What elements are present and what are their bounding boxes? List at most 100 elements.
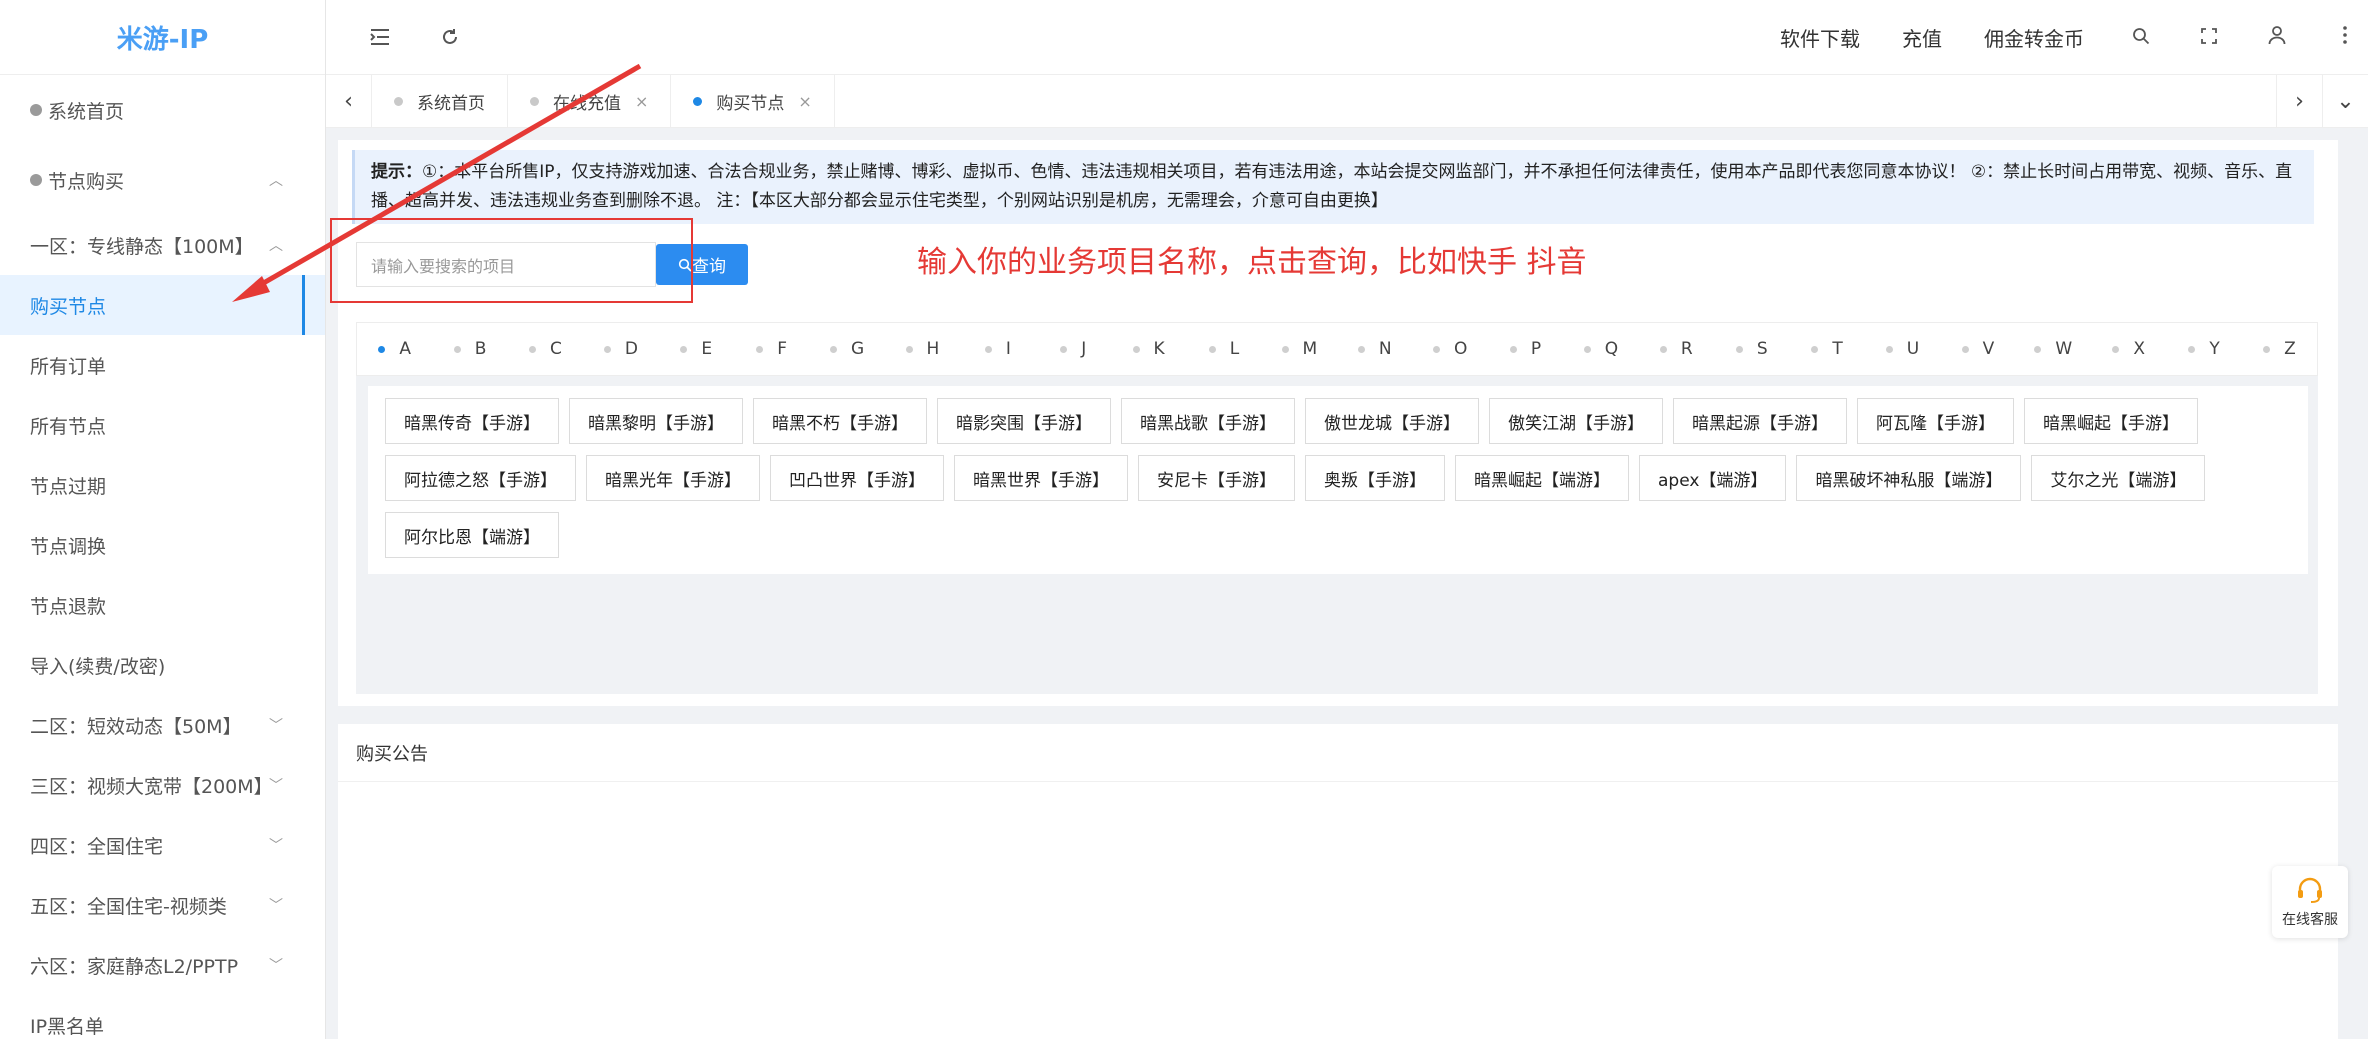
close-icon[interactable]: × — [798, 92, 811, 111]
letter-filter[interactable]: A — [357, 339, 432, 359]
tab[interactable]: 在线充值 × — [508, 74, 672, 128]
project-item[interactable]: 暗黑破坏神私服【端游】 — [1796, 455, 2022, 501]
notice-banner: 提示：①：本平台所售IP，仅支持游戏加速、合法合规业务，禁止赌博、博彩、虚拟币、… — [352, 150, 2314, 224]
sidebar-item[interactable]: 所有节点 — [0, 395, 325, 455]
project-item[interactable]: 傲笑江湖【手游】 — [1489, 398, 1663, 444]
letter-filter[interactable]: B — [432, 339, 507, 359]
project-item[interactable]: 暗影突围【手游】 — [937, 398, 1111, 444]
letter-filter[interactable]: V — [1940, 339, 2015, 359]
tab-list: 系统首页 在线充值 × 购买节点 × — [372, 74, 835, 128]
tab[interactable]: 购买节点 × — [671, 74, 835, 128]
letter-filter[interactable]: X — [2091, 339, 2166, 359]
header-link-recharge[interactable]: 充值 — [1902, 23, 1942, 52]
letter-filter[interactable]: L — [1186, 339, 1261, 359]
sidebar-item[interactable]: 五区：全国住宅-视频类 ﹀ — [0, 875, 325, 935]
letter-filter[interactable]: M — [1262, 339, 1337, 359]
letter-filter[interactable]: J — [1036, 339, 1111, 359]
project-item[interactable]: 傲世龙城【手游】 — [1305, 398, 1479, 444]
letter-filter[interactable]: R — [1639, 339, 1714, 359]
project-item[interactable]: 暗黑崛起【端游】 — [1455, 455, 1629, 501]
letter-filter[interactable]: F — [734, 339, 809, 359]
sidebar-item-label: 节点过期 — [30, 475, 107, 498]
online-support-button[interactable]: 在线客服 — [2272, 866, 2348, 938]
letter-filter[interactable]: N — [1337, 339, 1412, 359]
letter-filter[interactable]: C — [508, 339, 583, 359]
sidebar-item-label: 节点退款 — [30, 595, 107, 618]
tab-scroll-left-icon[interactable]: ‹ — [326, 74, 372, 128]
letter-filter[interactable]: T — [1789, 339, 1864, 359]
letter-filter[interactable]: S — [1714, 339, 1789, 359]
sidebar-item[interactable]: 节点购买 ︿ — [0, 145, 325, 215]
sidebar-item[interactable]: 六区：家庭静态L2/PPTP ﹀ — [0, 935, 325, 995]
notice-text: ①：本平台所售IP，仅支持游戏加速、合法合规业务，禁止赌博、博彩、虚拟币、色情、… — [371, 162, 2293, 211]
more-vertical-icon[interactable] — [2330, 25, 2360, 50]
project-item[interactable]: 安尼卡【手游】 — [1138, 455, 1295, 501]
headset-icon — [2298, 877, 2322, 903]
online-support-label: 在线客服 — [2282, 912, 2338, 928]
chevron-icon: ﹀ — [269, 898, 283, 914]
project-item[interactable]: 奥叛【手游】 — [1305, 455, 1445, 501]
sidebar-item[interactable]: 四区：全国住宅 ﹀ — [0, 815, 325, 875]
letter-filter[interactable]: G — [809, 339, 884, 359]
project-item[interactable]: 暗黑起源【手游】 — [1673, 398, 1847, 444]
project-item[interactable]: 暗黑崛起【手游】 — [2024, 398, 2198, 444]
project-item[interactable]: 阿尔比恩【端游】 — [385, 512, 559, 558]
sidebar-item[interactable]: 购买节点 — [0, 275, 325, 335]
project-item[interactable]: 暗黑光年【手游】 — [586, 455, 760, 501]
project-item[interactable]: apex【端游】 — [1639, 455, 1787, 501]
letter-label: W — [2055, 339, 2073, 359]
letter-filter[interactable]: P — [1488, 339, 1563, 359]
radio-dot-icon — [1961, 345, 1969, 353]
project-item[interactable]: 暗黑战歌【手游】 — [1121, 398, 1295, 444]
letter-label: A — [399, 339, 412, 359]
top-header: 软件下载 充值 佣金转金币 — [326, 0, 2368, 75]
sidebar-item[interactable]: 一区：专线静态【100M】 ︿ — [0, 215, 325, 275]
refresh-icon[interactable] — [432, 19, 468, 55]
close-icon[interactable]: × — [635, 92, 648, 111]
letter-label: T — [1832, 339, 1843, 359]
sidebar-item[interactable]: 系统首页 — [0, 75, 325, 145]
letter-filter[interactable]: O — [1412, 339, 1487, 359]
sidebar-item[interactable]: 二区：短效动态【50M】 ﹀ — [0, 695, 325, 755]
search-icon[interactable] — [2126, 26, 2156, 50]
project-item[interactable]: 凹凸世界【手游】 — [770, 455, 944, 501]
header-link-software-download[interactable]: 软件下载 — [1780, 23, 1860, 52]
letter-filter[interactable]: H — [885, 339, 960, 359]
header-link-commission[interactable]: 佣金转金币 — [1984, 23, 2084, 52]
tab-scroll-right-icon[interactable]: › — [2276, 75, 2322, 128]
letter-filter[interactable]: K — [1111, 339, 1186, 359]
project-item[interactable]: 暗黑世界【手游】 — [954, 455, 1128, 501]
letter-filter[interactable]: E — [659, 339, 734, 359]
search-button-label: 查询 — [692, 257, 726, 277]
letter-filter[interactable]: U — [1865, 339, 1940, 359]
annotation-highlight-box — [330, 218, 693, 303]
letter-filter[interactable]: Q — [1563, 339, 1638, 359]
sidebar-item[interactable]: 三区：视频大宽带【200M】 ﹀ — [0, 755, 325, 815]
project-item[interactable]: 暗黑黎明【手游】 — [569, 398, 743, 444]
sidebar-item[interactable]: 所有订单 — [0, 335, 325, 395]
sidebar-item[interactable]: 节点调换 — [0, 515, 325, 575]
radio-dot-icon — [984, 345, 992, 353]
letter-filter[interactable]: D — [583, 339, 658, 359]
project-item[interactable]: 艾尔之光【端游】 — [2031, 455, 2206, 501]
project-item[interactable]: 阿拉德之怒【手游】 — [385, 455, 576, 501]
letter-filter[interactable]: Y — [2166, 339, 2241, 359]
user-icon[interactable] — [2262, 25, 2292, 50]
letter-filter[interactable]: I — [960, 339, 1035, 359]
fullscreen-icon[interactable] — [2194, 26, 2224, 50]
letter-label: O — [1453, 339, 1468, 359]
sidebar-item[interactable]: IP黑名单 — [0, 995, 325, 1039]
sidebar-item[interactable]: 节点过期 — [0, 455, 325, 515]
radio-dot-icon — [603, 345, 611, 353]
project-item[interactable]: 暗黑传奇【手游】 — [385, 398, 559, 444]
menu-collapse-icon[interactable] — [362, 19, 398, 55]
sidebar-item[interactable]: 节点退款 — [0, 575, 325, 635]
letter-filter[interactable]: Z — [2242, 339, 2317, 359]
project-item[interactable]: 阿瓦隆【手游】 — [1857, 398, 2014, 444]
project-item[interactable]: 暗黑不朽【手游】 — [753, 398, 927, 444]
tab-dropdown-icon[interactable]: ⌄ — [2322, 75, 2368, 128]
tab[interactable]: 系统首页 — [372, 74, 508, 128]
letter-filter[interactable]: W — [2016, 339, 2091, 359]
sidebar-item[interactable]: 导入(续费/改密) — [0, 635, 325, 695]
radio-dot-icon — [680, 345, 688, 353]
